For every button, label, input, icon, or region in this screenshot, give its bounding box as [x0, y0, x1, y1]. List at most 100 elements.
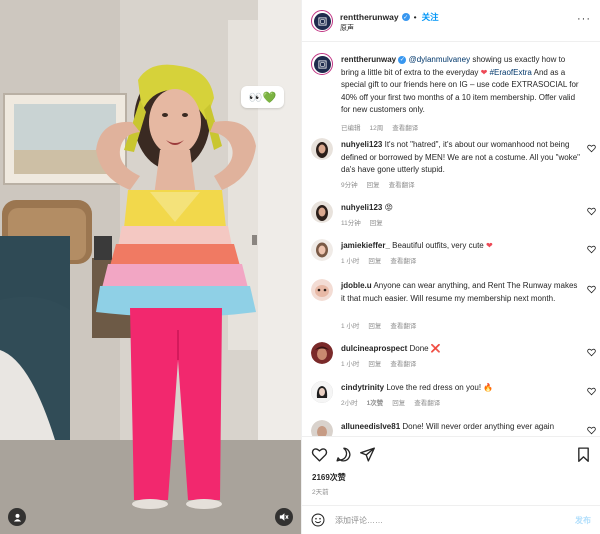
heart-outline-icon[interactable]: [587, 348, 596, 357]
heart-outline-icon[interactable]: [587, 285, 596, 294]
cross-mark-emoji: ❌: [430, 344, 441, 353]
heart-outline-icon[interactable]: [587, 426, 596, 435]
comment-time[interactable]: 1 小时: [341, 358, 359, 368]
comment-emoji: ❤: [486, 241, 493, 250]
post-actions: 2169次赞 2天前: [302, 436, 600, 496]
caption-author-avatar[interactable]: [311, 53, 333, 75]
comment-text: nuhyeli123 😡: [341, 202, 581, 215]
heart-outline-icon[interactable]: [587, 387, 596, 396]
hashtag-link[interactable]: #EraofExtra: [490, 68, 532, 77]
see-translation-link[interactable]: 查看翻译: [390, 320, 416, 330]
brand-logo-icon: [317, 59, 327, 69]
edited-label: 已编辑: [341, 125, 361, 132]
tagged-users-button[interactable]: [8, 508, 26, 526]
original-audio-link[interactable]: 原声: [340, 23, 354, 33]
comment-time[interactable]: 2小时: [341, 397, 358, 407]
comment-meta: 9分钟 回复 查看翻译: [341, 179, 415, 189]
post-date[interactable]: 2天前: [312, 486, 329, 496]
post-comment-button[interactable]: 发布: [575, 515, 591, 526]
commenter-username[interactable]: cindytrinity: [341, 383, 384, 392]
comment-body: Done: [409, 344, 429, 353]
comments-scroll-area[interactable]: renttherunway ✓ @dylanmulvaney showing u…: [302, 43, 600, 436]
mute-button[interactable]: [275, 508, 293, 526]
commenter-username[interactable]: dulcineaprospect: [341, 344, 407, 353]
comment-emoji: 😡: [384, 203, 393, 212]
comment-time[interactable]: 1 小时: [341, 255, 359, 265]
verified-badge-icon: ✓: [401, 13, 410, 21]
speaker-mute-icon: [279, 513, 289, 521]
commenter-avatar[interactable]: [311, 381, 333, 403]
more-dots-icon[interactable]: ···: [577, 14, 591, 25]
heart-outline-icon[interactable]: [587, 245, 596, 254]
comment-meta: 1 小时 回复 查看翻译: [341, 320, 416, 330]
commenter-username[interactable]: nuhyeli123: [341, 140, 382, 149]
reply-button[interactable]: 回复: [368, 358, 381, 368]
caption-time[interactable]: 12周: [370, 122, 384, 132]
smiley-icon[interactable]: [311, 513, 325, 527]
commenter-avatar[interactable]: [311, 201, 333, 223]
caption-meta: 已编辑 12周 查看翻译: [341, 122, 418, 132]
like-count[interactable]: 2169次赞: [312, 472, 346, 483]
commenter-username[interactable]: jdoble.u: [341, 281, 372, 290]
comment-time[interactable]: 11分钟: [341, 217, 361, 227]
comment-bubble-icon[interactable]: [335, 446, 352, 463]
comment-text: cindytrinity Love the red dress on you! …: [341, 382, 581, 395]
brand-logo-icon: [317, 16, 327, 26]
comment-text: alluneedislve81 Done! Will never order a…: [341, 421, 581, 434]
heart-outline-icon[interactable]: [587, 144, 596, 153]
reply-button[interactable]: 回复: [392, 397, 405, 407]
video-frame-illustration: [0, 0, 301, 534]
instagram-post-view: 👀💚 renttherunway ✓ • 关注 原声 ··· renttheru…: [0, 0, 600, 534]
commenter-avatar[interactable]: [311, 420, 333, 436]
emoji-sticker: 👀💚: [241, 86, 284, 108]
commenter-username[interactable]: alluneedislve81: [341, 422, 400, 431]
comment-text: jdoble.u Anyone can wear anything, and R…: [341, 280, 581, 305]
comment-body: Beautiful outfits, very cute: [392, 241, 484, 250]
comment-time[interactable]: 9分钟: [341, 179, 358, 189]
see-translation-link[interactable]: 查看翻译: [390, 358, 416, 368]
see-translation-link[interactable]: 查看翻译: [389, 179, 415, 189]
author-avatar[interactable]: [311, 10, 333, 32]
comment-meta: 11分钟 回复: [341, 217, 383, 227]
see-translation-link[interactable]: 查看翻译: [392, 122, 418, 132]
commenter-username[interactable]: nuhyeli123: [341, 203, 382, 212]
post-header: renttherunway ✓ • 关注 原声 ···: [302, 0, 600, 42]
see-translation-link[interactable]: 查看翻译: [390, 255, 416, 265]
commenter-avatar[interactable]: [311, 239, 333, 261]
comment-meta: 2小时 1次赞 回复 查看翻译: [341, 397, 440, 407]
comment-input[interactable]: [335, 512, 555, 528]
heart-outline-icon[interactable]: [311, 446, 328, 463]
post-details-panel: renttherunway ✓ • 关注 原声 ··· renttherunwa…: [301, 0, 600, 534]
commenter-avatar[interactable]: [311, 138, 333, 160]
comment-text: nuhyeli123 It's not "hatred", it's about…: [341, 139, 581, 177]
commenter-username[interactable]: jamiekieffer_: [341, 241, 390, 250]
heart-outline-icon[interactable]: [587, 207, 596, 216]
separator-dot: •: [413, 12, 417, 22]
reply-button[interactable]: 回复: [368, 320, 381, 330]
sticker-text: 👀💚: [248, 91, 277, 104]
reply-button[interactable]: 回复: [367, 179, 380, 189]
bookmark-icon[interactable]: [575, 446, 592, 463]
caption-username[interactable]: renttherunway: [341, 55, 396, 64]
comment-body: Love the red dress on you!: [386, 383, 482, 392]
comment-time[interactable]: 1 小时: [341, 320, 359, 330]
follow-button[interactable]: 关注: [422, 11, 439, 23]
comment-text: dulcineaprospect Done ❌: [341, 343, 581, 356]
heart-emoji: ❤: [480, 67, 488, 77]
see-translation-link[interactable]: 查看翻译: [414, 397, 440, 407]
post-video[interactable]: 👀💚: [0, 0, 301, 534]
comment-text: jamiekieffer_ Beautiful outfits, very cu…: [341, 240, 581, 253]
comment-like-count[interactable]: 1次赞: [367, 397, 384, 407]
mention-link[interactable]: @dylanmulvaney: [409, 55, 470, 64]
reply-button[interactable]: 回复: [370, 217, 383, 227]
add-comment-bar: 发布: [302, 505, 600, 534]
commenter-avatar[interactable]: [311, 342, 333, 364]
fire-emoji: 🔥: [483, 383, 494, 392]
paper-plane-icon[interactable]: [359, 446, 376, 463]
reply-button[interactable]: 回复: [368, 255, 381, 265]
author-username[interactable]: renttherunway: [340, 12, 399, 22]
commenter-avatar[interactable]: [311, 279, 333, 301]
comment-meta: 1 小时 回复 查看翻译: [341, 255, 416, 265]
comment-body: Done! Will never order anything ever aga…: [402, 422, 555, 431]
verified-badge-icon: ✓: [398, 55, 407, 64]
